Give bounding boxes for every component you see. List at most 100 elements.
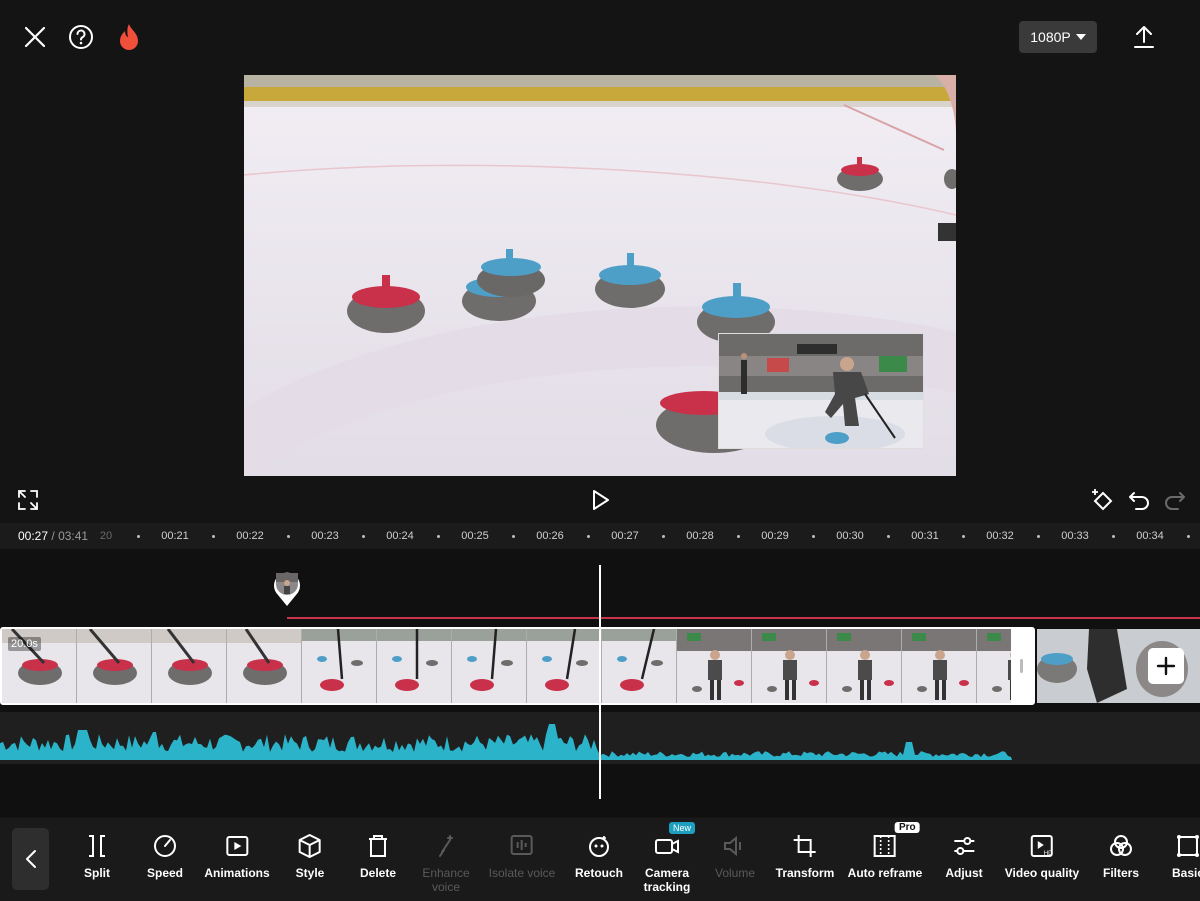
overlay-thumbnail-pin-icon	[274, 572, 300, 606]
style-cube-icon	[296, 832, 324, 860]
trash-icon	[364, 832, 392, 860]
tool-label: Basic	[1171, 866, 1200, 880]
redo-button[interactable]	[1162, 486, 1188, 514]
clip-frames	[2, 629, 1033, 703]
tool-label: Style	[295, 866, 325, 880]
fullscreen-button[interactable]	[14, 486, 42, 514]
tool-video-quality[interactable]: HD Video quality	[1005, 832, 1079, 880]
ruler-tick-dot	[1111, 535, 1115, 538]
help-button[interactable]	[66, 22, 96, 52]
clip-frame-thumbnail	[827, 629, 902, 703]
ruler-tick-label: 00:34	[1136, 530, 1164, 542]
toolbar-back-button[interactable]	[12, 828, 49, 890]
clip-frame-thumbnail	[152, 629, 227, 703]
play-button[interactable]	[586, 484, 616, 516]
tool-filters[interactable]: Filters	[1103, 832, 1139, 880]
tool-label: Video quality	[1004, 866, 1080, 880]
fullscreen-icon	[18, 490, 38, 510]
video-editor: 1080P 20 00:21 00:22 00:23 00:24 00:25 0…	[0, 0, 1200, 901]
video-clip[interactable]: 20.0s	[0, 627, 1035, 705]
ruler-tick-dot	[886, 535, 890, 538]
tool-split[interactable]: Split	[83, 832, 111, 880]
resolution-label: 1080P	[1030, 29, 1071, 45]
tool-label: Speed	[146, 866, 184, 880]
tool-animations[interactable]: Animations	[204, 832, 270, 880]
undo-icon	[1129, 492, 1149, 510]
time-separator: /	[51, 529, 55, 543]
add-clip-button[interactable]	[1148, 648, 1184, 684]
sliders-icon	[950, 832, 978, 860]
ruler-tick-label: 00:22	[236, 530, 264, 542]
reframe-icon	[871, 832, 899, 860]
overlay-video-image	[719, 334, 923, 448]
time-display: 00:27 / 03:41	[18, 529, 88, 543]
clip-frame-thumbnail	[77, 629, 152, 703]
isolate-voice-icon	[508, 832, 536, 860]
time-ruler[interactable]: 20 00:21 00:22 00:23 00:24 00:25 00:26 00:27 00:…	[0, 523, 1200, 549]
tool-camera-tracking[interactable]: Camera tracking New	[636, 822, 698, 894]
tool-label: Auto reframe	[847, 866, 923, 880]
fire-icon	[120, 24, 138, 50]
picture-in-picture-overlay[interactable]	[718, 333, 924, 449]
tool-speed[interactable]: Speed	[147, 832, 183, 880]
clip-frame-thumbnail	[527, 629, 602, 703]
caret-down-icon	[1075, 34, 1086, 40]
close-button[interactable]	[20, 22, 50, 52]
playback-controls	[0, 482, 1200, 518]
ruler-tick-dot	[811, 535, 815, 538]
timeline[interactable]: 20.0s	[0, 549, 1200, 817]
ruler-tick-label: 00:28	[686, 530, 714, 542]
animations-icon	[223, 832, 251, 860]
redo-icon	[1165, 492, 1185, 510]
tool-style[interactable]: Style	[295, 832, 325, 880]
tool-label: Enhance voice	[422, 866, 470, 894]
ruler-tick-label: 00:25	[461, 530, 489, 542]
tool-basic[interactable]: Basic	[1172, 832, 1200, 880]
keyframe-button[interactable]	[1088, 486, 1116, 514]
keyframe-add-icon	[1092, 489, 1113, 511]
top-bar: 1080P	[0, 0, 1200, 75]
tool-adjust[interactable]: Adjust	[945, 832, 983, 880]
tool-label: Adjust	[945, 866, 983, 880]
ruler-tick-label: 00:23	[311, 530, 339, 542]
basic-icon	[1174, 832, 1200, 860]
help-icon	[69, 25, 93, 49]
overlay-track-line[interactable]	[287, 617, 1200, 619]
export-button[interactable]	[1128, 20, 1160, 54]
hd-icon: HD	[1028, 832, 1056, 860]
ruler-tick-label: 00:33	[1061, 530, 1089, 542]
svg-text:HD: HD	[1044, 851, 1053, 857]
tool-label: Isolate voice	[488, 866, 556, 880]
volume-icon	[721, 832, 749, 860]
clip-frame-thumbnail	[377, 629, 452, 703]
clip-trim-handle[interactable]	[1011, 629, 1033, 703]
tool-volume: Volume	[715, 832, 755, 880]
resolution-dropdown[interactable]: 1080P	[1019, 21, 1097, 53]
playhead[interactable]	[599, 565, 601, 799]
split-icon	[83, 832, 111, 860]
tool-transform[interactable]: Transform	[776, 832, 834, 880]
tool-auto-reframe[interactable]: Auto reframe Pro	[847, 822, 923, 880]
undo-button[interactable]	[1126, 486, 1152, 514]
tool-label: Animations	[204, 866, 270, 880]
ruler-tick-label: 00:31	[911, 530, 939, 542]
ruler-tick-dot	[586, 535, 590, 538]
chevron-left-icon	[25, 850, 36, 868]
overlay-clip-marker[interactable]	[272, 569, 302, 607]
tool-isolate-voice: Isolate voice	[488, 832, 556, 880]
tool-retouch[interactable]: Retouch	[575, 832, 623, 880]
ruler-tick-label: 00:29	[761, 530, 789, 542]
filters-icon	[1107, 832, 1135, 860]
waveform-shape	[0, 724, 1012, 760]
total-time: 03:41	[58, 529, 89, 543]
tool-delete[interactable]: Delete	[360, 832, 396, 880]
video-preview[interactable]	[244, 75, 956, 476]
current-time: 00:27	[18, 529, 49, 543]
ruler-tick-dot	[736, 535, 740, 538]
ruler-tick-dot	[136, 535, 140, 538]
ruler-tick-dot	[661, 535, 665, 538]
ruler-tick-dot	[361, 535, 365, 538]
trending-button[interactable]	[114, 20, 144, 54]
ruler-tick-label: 00:27	[611, 530, 639, 542]
ruler-tick-label: 00:26	[536, 530, 564, 542]
